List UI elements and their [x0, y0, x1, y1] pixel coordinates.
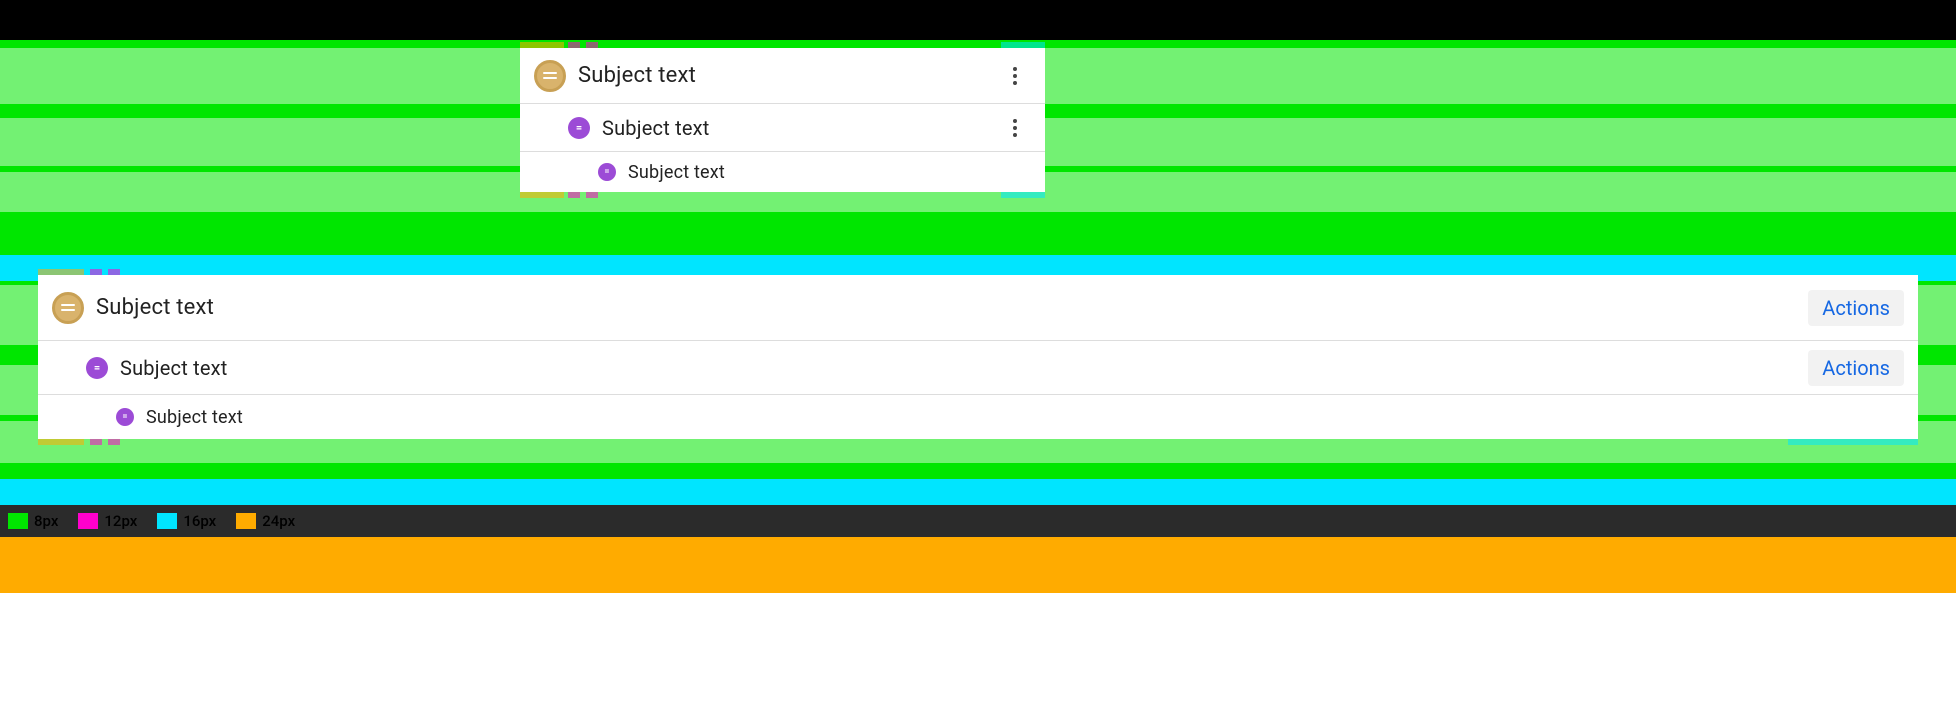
list-row[interactable]: = Subject text [520, 152, 1045, 192]
row-subject: Subject text [120, 356, 1808, 380]
legend-bar: 8px 12px 16px 24px [0, 505, 1956, 537]
row-subject: Subject text [96, 295, 1808, 320]
compact-list: Subject text = Subject text = Subject te… [520, 48, 1045, 192]
legend-swatch-green [8, 513, 28, 529]
trailing-actions: Actions [1808, 350, 1904, 386]
legend-item: 16px [157, 512, 216, 530]
legend-swatch-cyan [157, 513, 177, 529]
avatar-icon: = [598, 163, 616, 181]
row-subject: Subject text [578, 63, 999, 88]
list-row[interactable]: = Subject text [520, 104, 1045, 152]
legend-swatch-orange [236, 513, 256, 529]
wide-list: Subject text Actions = Subject text Acti… [38, 275, 1918, 439]
avatar-lines-icon [543, 72, 557, 80]
legend-item: 12px [78, 512, 137, 530]
more-options-button[interactable] [999, 112, 1031, 144]
list-row[interactable]: Subject text [520, 48, 1045, 104]
legend-item: 24px [236, 512, 295, 530]
row-subject: Subject text [602, 116, 999, 140]
list-row[interactable]: = Subject text [38, 395, 1918, 439]
avatar-icon [534, 60, 566, 92]
bottom-orange-bar [0, 537, 1956, 593]
list-row[interactable]: = Subject text Actions [38, 341, 1918, 395]
avatar-icon [52, 292, 84, 324]
legend-swatch-magenta [78, 513, 98, 529]
wide-list-section: Subject text Actions = Subject text Acti… [0, 255, 1956, 505]
trailing-actions: Actions [1808, 290, 1904, 326]
legend-label: 24px [262, 512, 295, 530]
legend-label: 16px [183, 512, 216, 530]
avatar-icon: = [568, 117, 590, 139]
cyan-band [0, 479, 1956, 505]
top-black-bar [0, 0, 1956, 40]
more-options-button[interactable] [999, 60, 1031, 92]
legend-label: 8px [34, 512, 58, 530]
legend-label: 12px [104, 512, 137, 530]
compact-list-section: Subject text = Subject text = Subject te… [0, 40, 1956, 255]
list-row[interactable]: Subject text Actions [38, 275, 1918, 341]
row-subject: Subject text [628, 162, 1031, 183]
avatar-icon: = [116, 408, 134, 426]
actions-button[interactable]: Actions [1808, 290, 1904, 326]
avatar-lines-icon [61, 304, 75, 312]
legend-item: 8px [8, 512, 58, 530]
avatar-icon: = [86, 357, 108, 379]
row-subject: Subject text [146, 407, 1904, 428]
actions-button[interactable]: Actions [1808, 350, 1904, 386]
